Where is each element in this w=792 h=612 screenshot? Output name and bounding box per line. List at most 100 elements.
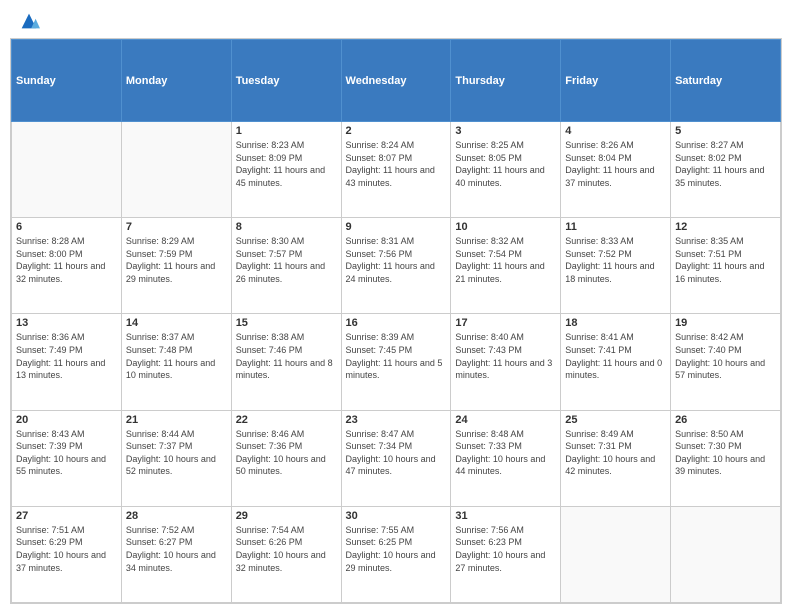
day-info: Sunrise: 8:27 AM Sunset: 8:02 PM Dayligh… xyxy=(675,139,776,189)
day-info: Sunrise: 8:29 AM Sunset: 7:59 PM Dayligh… xyxy=(126,235,227,285)
calendar-cell: 13Sunrise: 8:36 AM Sunset: 7:49 PM Dayli… xyxy=(12,314,122,410)
day-info: Sunrise: 8:33 AM Sunset: 7:52 PM Dayligh… xyxy=(565,235,666,285)
day-number: 22 xyxy=(236,414,337,426)
calendar-cell: 21Sunrise: 8:44 AM Sunset: 7:37 PM Dayli… xyxy=(121,410,231,506)
calendar-page: SundayMondayTuesdayWednesdayThursdayFrid… xyxy=(0,0,792,612)
calendar: SundayMondayTuesdayWednesdayThursdayFrid… xyxy=(10,38,782,604)
day-number: 9 xyxy=(346,221,447,233)
calendar-week-2: 6 Sunrise: 8:28 AM Sunset: 8:00 PM Daylig… xyxy=(12,218,781,314)
calendar-week-1: 1Sunrise: 8:23 AM Sunset: 8:09 PM Daylig… xyxy=(12,122,781,218)
day-info: Sunrise: 8:50 AM Sunset: 7:30 PM Dayligh… xyxy=(675,428,776,478)
calendar-cell: 5 Sunrise: 8:27 AM Sunset: 8:02 PM Daylig… xyxy=(671,122,781,218)
day-info: Sunrise: 8:40 AM Sunset: 7:43 PM Dayligh… xyxy=(455,331,556,381)
day-number: 27 xyxy=(16,510,117,522)
calendar-cell xyxy=(12,122,122,218)
calendar-cell: 12Sunrise: 8:35 AM Sunset: 7:51 PM Dayli… xyxy=(671,218,781,314)
calendar-cell: 7 Sunrise: 8:29 AM Sunset: 7:59 PM Daylig… xyxy=(121,218,231,314)
day-number: 26 xyxy=(675,414,776,426)
day-number: 8 xyxy=(236,221,337,233)
day-info: Sunrise: 8:48 AM Sunset: 7:33 PM Dayligh… xyxy=(455,428,556,478)
calendar-cell: 27 Sunrise: 7:51 AM Sunset: 6:29 PM Dayli… xyxy=(12,506,122,602)
day-number: 15 xyxy=(236,317,337,329)
day-info: Sunrise: 8:24 AM Sunset: 8:07 PM Dayligh… xyxy=(346,139,447,189)
day-number: 31 xyxy=(455,510,556,522)
weekday-header-sunday: Sunday xyxy=(12,40,122,122)
calendar-cell: 23Sunrise: 8:47 AM Sunset: 7:34 PM Dayli… xyxy=(341,410,451,506)
day-number: 25 xyxy=(565,414,666,426)
day-info: Sunrise: 8:49 AM Sunset: 7:31 PM Dayligh… xyxy=(565,428,666,478)
calendar-cell: 22 Sunrise: 8:46 AM Sunset: 7:36 PM Dayli… xyxy=(231,410,341,506)
calendar-body: 1Sunrise: 8:23 AM Sunset: 8:09 PM Daylig… xyxy=(12,122,781,603)
day-info: Sunrise: 8:42 AM Sunset: 7:40 PM Dayligh… xyxy=(675,331,776,381)
day-info: Sunrise: 8:25 AM Sunset: 8:05 PM Dayligh… xyxy=(455,139,556,189)
calendar-week-3: 13Sunrise: 8:36 AM Sunset: 7:49 PM Dayli… xyxy=(12,314,781,410)
weekday-header-row: SundayMondayTuesdayWednesdayThursdayFrid… xyxy=(12,40,781,122)
weekday-header-friday: Friday xyxy=(561,40,671,122)
day-info: Sunrise: 7:54 AM Sunset: 6:26 PM Dayligh… xyxy=(236,524,337,574)
day-info: Sunrise: 8:28 AM Sunset: 8:00 PM Dayligh… xyxy=(16,235,117,285)
calendar-cell: 17 Sunrise: 8:40 AM Sunset: 7:43 PM Dayli… xyxy=(451,314,561,410)
calendar-cell xyxy=(671,506,781,602)
calendar-header: SundayMondayTuesdayWednesdayThursdayFrid… xyxy=(12,40,781,122)
calendar-cell: 6 Sunrise: 8:28 AM Sunset: 8:00 PM Daylig… xyxy=(12,218,122,314)
calendar-cell: 31 Sunrise: 7:56 AM Sunset: 6:23 PM Dayli… xyxy=(451,506,561,602)
day-number: 14 xyxy=(126,317,227,329)
calendar-cell: 15 Sunrise: 8:38 AM Sunset: 7:46 PM Dayli… xyxy=(231,314,341,410)
calendar-cell: 2 Sunrise: 8:24 AM Sunset: 8:07 PM Daylig… xyxy=(341,122,451,218)
logo xyxy=(16,10,40,32)
calendar-cell: 29 Sunrise: 7:54 AM Sunset: 6:26 PM Dayli… xyxy=(231,506,341,602)
day-number: 3 xyxy=(455,125,556,137)
day-info: Sunrise: 8:43 AM Sunset: 7:39 PM Dayligh… xyxy=(16,428,117,478)
calendar-cell: 19 Sunrise: 8:42 AM Sunset: 7:40 PM Dayli… xyxy=(671,314,781,410)
logo-icon xyxy=(18,10,40,32)
day-info: Sunrise: 8:30 AM Sunset: 7:57 PM Dayligh… xyxy=(236,235,337,285)
weekday-header-wednesday: Wednesday xyxy=(341,40,451,122)
day-number: 19 xyxy=(675,317,776,329)
day-number: 7 xyxy=(126,221,227,233)
day-number: 24 xyxy=(455,414,556,426)
calendar-cell: 4Sunrise: 8:26 AM Sunset: 8:04 PM Daylig… xyxy=(561,122,671,218)
calendar-cell: 8 Sunrise: 8:30 AM Sunset: 7:57 PM Daylig… xyxy=(231,218,341,314)
calendar-cell: 28 Sunrise: 7:52 AM Sunset: 6:27 PM Dayli… xyxy=(121,506,231,602)
day-number: 17 xyxy=(455,317,556,329)
day-number: 2 xyxy=(346,125,447,137)
day-info: Sunrise: 7:56 AM Sunset: 6:23 PM Dayligh… xyxy=(455,524,556,574)
calendar-cell: 16 Sunrise: 8:39 AM Sunset: 7:45 PM Dayli… xyxy=(341,314,451,410)
header xyxy=(0,0,792,38)
day-number: 6 xyxy=(16,221,117,233)
calendar-cell xyxy=(561,506,671,602)
day-number: 16 xyxy=(346,317,447,329)
day-info: Sunrise: 8:31 AM Sunset: 7:56 PM Dayligh… xyxy=(346,235,447,285)
calendar-cell: 11 Sunrise: 8:33 AM Sunset: 7:52 PM Dayli… xyxy=(561,218,671,314)
calendar-cell: 26 Sunrise: 8:50 AM Sunset: 7:30 PM Dayli… xyxy=(671,410,781,506)
day-info: Sunrise: 8:38 AM Sunset: 7:46 PM Dayligh… xyxy=(236,331,337,381)
day-number: 21 xyxy=(126,414,227,426)
calendar-cell: 3 Sunrise: 8:25 AM Sunset: 8:05 PM Daylig… xyxy=(451,122,561,218)
day-info: Sunrise: 8:46 AM Sunset: 7:36 PM Dayligh… xyxy=(236,428,337,478)
day-number: 18 xyxy=(565,317,666,329)
day-number: 29 xyxy=(236,510,337,522)
weekday-header-tuesday: Tuesday xyxy=(231,40,341,122)
calendar-week-5: 27 Sunrise: 7:51 AM Sunset: 6:29 PM Dayli… xyxy=(12,506,781,602)
day-info: Sunrise: 8:41 AM Sunset: 7:41 PM Dayligh… xyxy=(565,331,666,381)
day-number: 28 xyxy=(126,510,227,522)
weekday-header-monday: Monday xyxy=(121,40,231,122)
calendar-cell: 10Sunrise: 8:32 AM Sunset: 7:54 PM Dayli… xyxy=(451,218,561,314)
day-info: Sunrise: 7:51 AM Sunset: 6:29 PM Dayligh… xyxy=(16,524,117,574)
day-number: 12 xyxy=(675,221,776,233)
calendar-cell: 1Sunrise: 8:23 AM Sunset: 8:09 PM Daylig… xyxy=(231,122,341,218)
weekday-header-thursday: Thursday xyxy=(451,40,561,122)
calendar-cell xyxy=(121,122,231,218)
day-number: 5 xyxy=(675,125,776,137)
day-info: Sunrise: 7:52 AM Sunset: 6:27 PM Dayligh… xyxy=(126,524,227,574)
calendar-cell: 20Sunrise: 8:43 AM Sunset: 7:39 PM Dayli… xyxy=(12,410,122,506)
day-info: Sunrise: 8:39 AM Sunset: 7:45 PM Dayligh… xyxy=(346,331,447,381)
day-number: 4 xyxy=(565,125,666,137)
calendar-cell: 30Sunrise: 7:55 AM Sunset: 6:25 PM Dayli… xyxy=(341,506,451,602)
day-number: 11 xyxy=(565,221,666,233)
calendar-cell: 9 Sunrise: 8:31 AM Sunset: 7:56 PM Daylig… xyxy=(341,218,451,314)
day-number: 30 xyxy=(346,510,447,522)
calendar-cell: 24 Sunrise: 8:48 AM Sunset: 7:33 PM Dayli… xyxy=(451,410,561,506)
day-info: Sunrise: 8:36 AM Sunset: 7:49 PM Dayligh… xyxy=(16,331,117,381)
weekday-header-saturday: Saturday xyxy=(671,40,781,122)
